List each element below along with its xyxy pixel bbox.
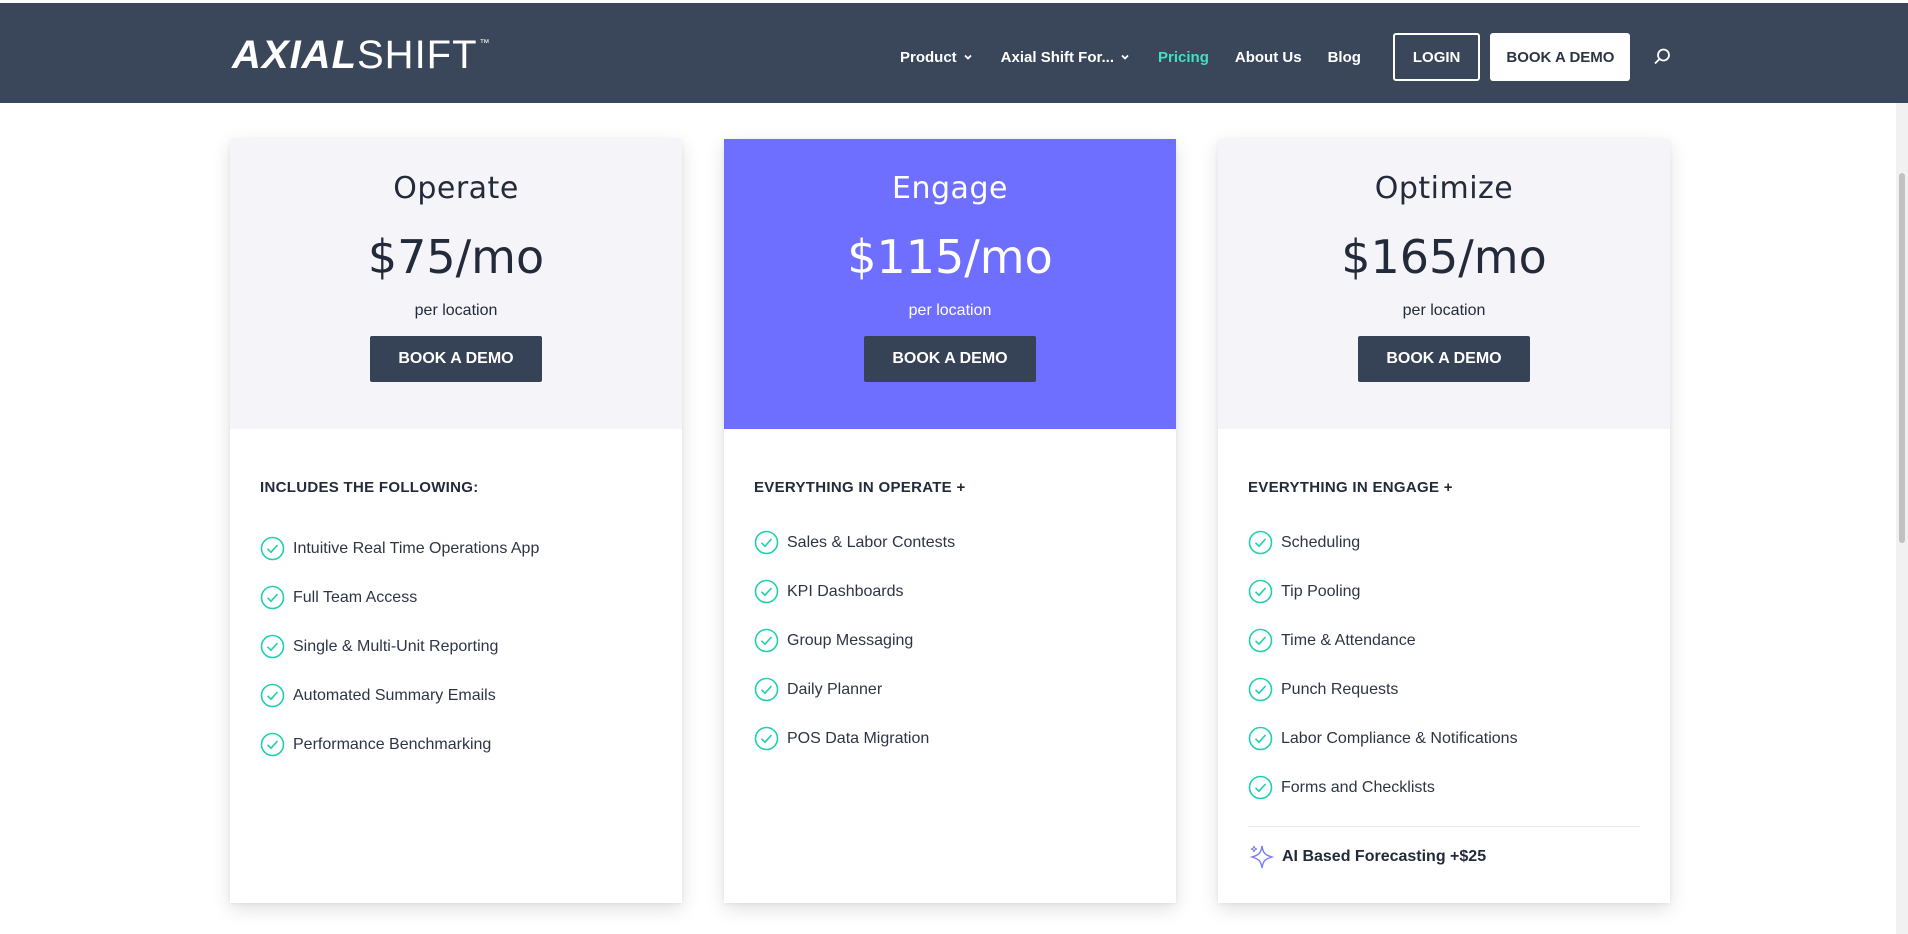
plan-name: Operate bbox=[393, 171, 519, 206]
axialshift-logo[interactable]: AXIAL SHIFT ™ bbox=[232, 33, 491, 77]
feature-item: Time & Attendance bbox=[1248, 616, 1640, 665]
nav-product[interactable]: Product bbox=[900, 49, 973, 66]
feature-label: Full Team Access bbox=[293, 588, 418, 606]
feature-label: Forms and Checklists bbox=[1281, 778, 1435, 796]
pricing-card-engage: Engage $115/mo per location BOOK A DEMO … bbox=[724, 139, 1176, 903]
feature-item: POS Data Migration bbox=[754, 714, 1146, 763]
check-circle-icon bbox=[260, 732, 285, 757]
logo-trademark: ™ bbox=[479, 38, 491, 49]
pricing-card-body: EVERYTHING IN ENGAGE + Scheduling Tip Po… bbox=[1218, 429, 1670, 871]
nav-blog[interactable]: Blog bbox=[1328, 49, 1361, 66]
feature-item: Automated Summary Emails bbox=[260, 671, 652, 720]
pricing-card-body: INCLUDES THE FOLLOWING: Intuitive Real T… bbox=[230, 429, 682, 769]
plan-price: $75/mo bbox=[367, 230, 545, 284]
pricing-card-header: Engage $115/mo per location BOOK A DEMO bbox=[724, 139, 1176, 429]
features-title: INCLUDES THE FOLLOWING: bbox=[260, 479, 479, 496]
check-circle-icon bbox=[754, 726, 779, 751]
feature-item: Labor Compliance & Notifications bbox=[1248, 714, 1640, 763]
pricing-card-header: Operate $75/mo per location BOOK A DEMO bbox=[230, 139, 682, 429]
feature-label: Tip Pooling bbox=[1281, 582, 1361, 600]
feature-item: Single & Multi-Unit Reporting bbox=[260, 622, 652, 671]
features-title: EVERYTHING IN ENGAGE + bbox=[1248, 479, 1453, 496]
feature-item: Forms and Checklists bbox=[1248, 763, 1640, 812]
main-nav: Product Axial Shift For... Pricing About… bbox=[900, 33, 1672, 81]
plan-price: $165/mo bbox=[1341, 230, 1547, 284]
check-circle-icon bbox=[260, 585, 285, 610]
book-demo-button[interactable]: BOOK A DEMO bbox=[864, 336, 1036, 382]
feature-item: Group Messaging bbox=[754, 616, 1146, 665]
feature-label: Time & Attendance bbox=[1281, 631, 1416, 649]
nav-axial-shift-for[interactable]: Axial Shift For... bbox=[1001, 49, 1130, 66]
nav-about-us[interactable]: About Us bbox=[1235, 49, 1302, 66]
check-circle-icon bbox=[754, 579, 779, 604]
feature-item: Full Team Access bbox=[260, 573, 652, 622]
check-circle-icon bbox=[1248, 628, 1273, 653]
sparkle-icon bbox=[1249, 845, 1275, 869]
addon-label: AI Based Forecasting +$25 bbox=[1282, 848, 1487, 865]
check-circle-icon bbox=[1248, 775, 1273, 800]
check-circle-icon bbox=[754, 530, 779, 555]
plan-unit: per location bbox=[908, 302, 992, 319]
plan-unit: per location bbox=[1402, 302, 1486, 319]
feature-label: Sales & Labor Contests bbox=[787, 533, 956, 551]
book-demo-header-button[interactable]: BOOK A DEMO bbox=[1490, 33, 1631, 81]
feature-item: Scheduling bbox=[1248, 518, 1640, 567]
chevron-down-icon bbox=[1121, 54, 1129, 60]
book-demo-button[interactable]: BOOK A DEMO bbox=[1358, 336, 1530, 382]
check-circle-icon bbox=[1248, 726, 1273, 751]
feature-label: Punch Requests bbox=[1281, 680, 1399, 698]
feature-label: Labor Compliance & Notifications bbox=[1281, 729, 1518, 747]
feature-label: Single & Multi-Unit Reporting bbox=[293, 637, 499, 655]
chevron-down-icon bbox=[964, 54, 972, 60]
login-button[interactable]: LOGIN bbox=[1392, 33, 1481, 81]
nav-pricing[interactable]: Pricing bbox=[1158, 49, 1209, 66]
check-circle-icon bbox=[1248, 579, 1273, 604]
check-circle-icon bbox=[754, 677, 779, 702]
nav-product-label: Product bbox=[900, 48, 957, 66]
pricing-card-operate: Operate $75/mo per location BOOK A DEMO … bbox=[230, 139, 682, 903]
addon-item: AI Based Forecasting +$25 bbox=[1248, 843, 1640, 871]
feature-item: Tip Pooling bbox=[1248, 567, 1640, 616]
nav-axial-shift-for-label: Axial Shift For... bbox=[1000, 48, 1115, 66]
plan-price: $115/mo bbox=[847, 230, 1053, 284]
feature-item: Punch Requests bbox=[1248, 665, 1640, 714]
scrollbar-thumb[interactable] bbox=[1899, 173, 1905, 543]
feature-item: Daily Planner bbox=[754, 665, 1146, 714]
divider bbox=[1248, 826, 1640, 827]
book-demo-button[interactable]: BOOK A DEMO bbox=[370, 336, 542, 382]
plan-name: Optimize bbox=[1374, 171, 1514, 206]
check-circle-icon bbox=[1248, 677, 1273, 702]
feature-label: Performance Benchmarking bbox=[293, 735, 492, 753]
feature-label: Automated Summary Emails bbox=[293, 686, 496, 704]
pricing-card-optimize: Optimize $165/mo per location BOOK A DEM… bbox=[1218, 139, 1670, 903]
check-circle-icon bbox=[754, 628, 779, 653]
feature-item: Performance Benchmarking bbox=[260, 720, 652, 769]
plan-unit: per location bbox=[414, 302, 498, 319]
features-title: EVERYTHING IN OPERATE + bbox=[754, 479, 966, 496]
check-circle-icon bbox=[260, 683, 285, 708]
page-scrollbar[interactable] bbox=[1896, 103, 1908, 934]
feature-label: Intuitive Real Time Operations App bbox=[293, 539, 540, 557]
feature-label: Group Messaging bbox=[787, 631, 914, 649]
pricing-card-header: Optimize $165/mo per location BOOK A DEM… bbox=[1218, 139, 1670, 429]
feature-item: Sales & Labor Contests bbox=[754, 518, 1146, 567]
search-icon[interactable] bbox=[1652, 47, 1672, 67]
feature-label: Daily Planner bbox=[787, 680, 883, 698]
feature-label: POS Data Migration bbox=[787, 729, 930, 747]
check-circle-icon bbox=[1248, 530, 1273, 555]
check-circle-icon bbox=[260, 536, 285, 561]
logo-text-bold: AXIAL bbox=[232, 33, 357, 77]
check-circle-icon bbox=[260, 634, 285, 659]
logo-text-light: SHIFT bbox=[357, 33, 478, 77]
feature-label: Scheduling bbox=[1281, 533, 1361, 551]
feature-item: KPI Dashboards bbox=[754, 567, 1146, 616]
plan-name: Engage bbox=[892, 171, 1008, 206]
feature-item: Intuitive Real Time Operations App bbox=[260, 524, 652, 573]
pricing-card-body: EVERYTHING IN OPERATE + Sales & Labor Co… bbox=[724, 429, 1176, 763]
site-header: AXIAL SHIFT ™ Product Axial Shift For...… bbox=[0, 0, 1908, 103]
feature-label: KPI Dashboards bbox=[787, 582, 904, 600]
